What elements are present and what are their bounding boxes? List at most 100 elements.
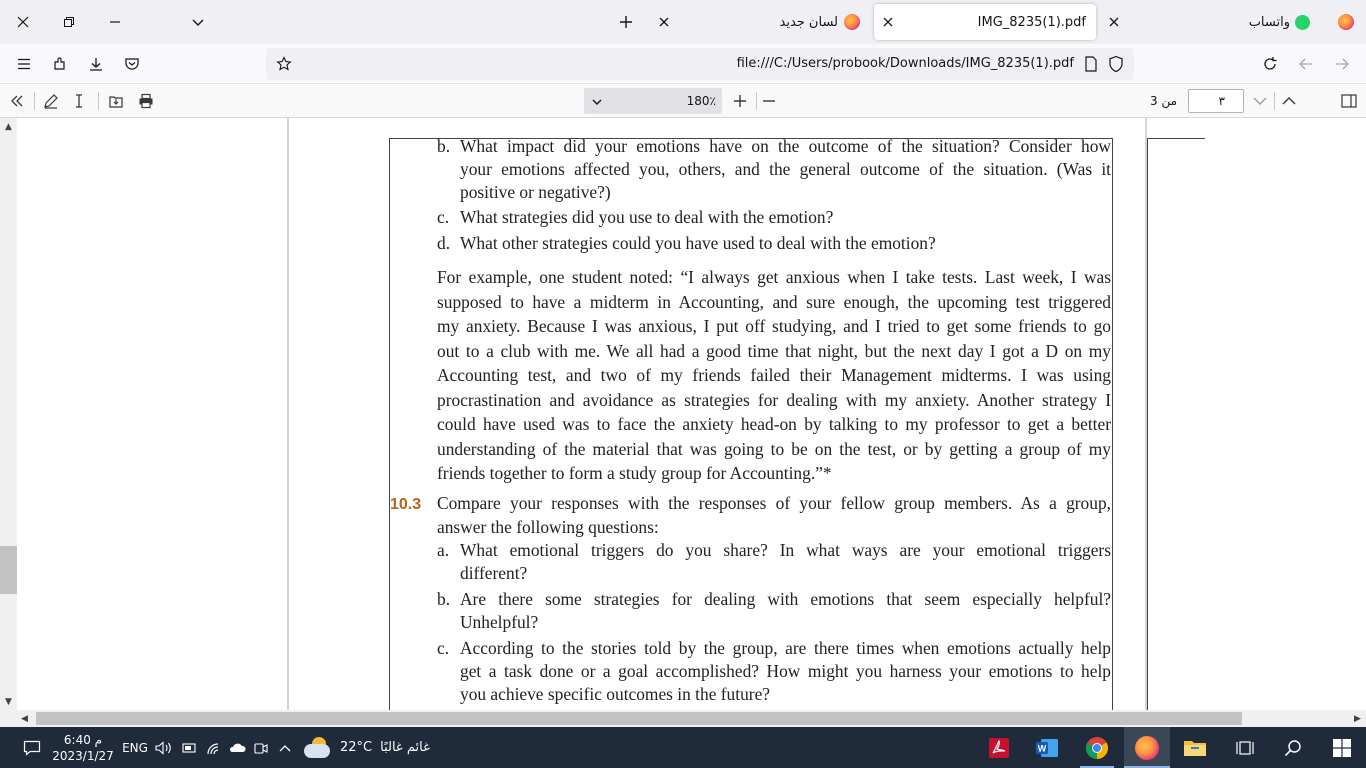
previous-page-button[interactable]: [1276, 88, 1302, 114]
windows-logo-icon: [1333, 738, 1351, 757]
taskbar-file-explorer[interactable]: [1176, 727, 1214, 768]
window-minimize-button[interactable]: [92, 0, 138, 44]
task-view-button[interactable]: [1226, 727, 1264, 768]
text-line: Accounting test, and two of my friends f…: [437, 365, 1111, 385]
clock-date: 2023/1/27: [52, 748, 114, 763]
windows-taskbar: 6:40 م 2023/1/27 ENG 22°C غائم غالبًا W: [0, 727, 1366, 768]
firefox-icon: [1135, 735, 1159, 760]
menu-button[interactable]: [10, 50, 38, 78]
scroll-left-arrow[interactable]: ◀: [16, 710, 33, 727]
text-cursor-icon: [76, 94, 82, 108]
text-line: According to the stories told by the gro…: [460, 638, 1111, 658]
pdf-viewer[interactable]: ▲ ▼ b. What impact did your emotions hav…: [0, 118, 1366, 710]
item-letter: c.: [437, 207, 450, 227]
tab-pdf[interactable]: IMG_8235(1).pdf: [874, 4, 1096, 40]
text-line: could have used was to face the anxiety …: [437, 414, 1111, 434]
horizontal-scrollbar[interactable]: ◀ ▶: [0, 710, 1366, 727]
print-button[interactable]: [133, 88, 159, 114]
firefox-view-button[interactable]: [1332, 8, 1360, 36]
text-line: answer the following questions:: [437, 517, 659, 537]
plus-icon: [734, 95, 746, 107]
page-left: [17, 118, 287, 710]
close-icon: [883, 17, 893, 27]
taskbar-firefox[interactable]: [1124, 727, 1170, 768]
toolbar-divider: [34, 92, 35, 110]
back-button[interactable]: [1292, 50, 1320, 78]
chevron-down-icon: [592, 95, 602, 109]
clock[interactable]: 6:40 م 2023/1/27: [52, 727, 114, 768]
tab-label: لسان جديد: [779, 14, 839, 30]
task-view-icon: [1236, 740, 1254, 755]
close-icon: [659, 17, 669, 27]
plus-icon: [620, 16, 632, 28]
meet-now-icon[interactable]: [251, 727, 271, 768]
scroll-right-arrow[interactable]: ▶: [1349, 710, 1366, 727]
scrollbar-thumb[interactable]: [36, 712, 1242, 725]
chevron-up-icon: [279, 744, 291, 751]
whatsapp-icon: [1295, 14, 1310, 30]
taskbar-word[interactable]: W: [1028, 727, 1066, 768]
notifications-button[interactable]: [16, 727, 48, 768]
minus-icon: [763, 100, 775, 102]
draw-button[interactable]: [38, 88, 64, 114]
item-letter: a.: [437, 540, 450, 560]
page-number-input[interactable]: ٣: [1188, 89, 1244, 113]
scroll-up-arrow[interactable]: ▲: [0, 118, 17, 135]
zoom-out-button[interactable]: [756, 88, 782, 114]
taskbar-chrome[interactable]: [1076, 727, 1118, 768]
taskbar-acrobat[interactable]: [980, 727, 1018, 768]
language-indicator[interactable]: ENG: [120, 727, 150, 768]
svg-text:W: W: [1038, 743, 1047, 753]
weather-condition: غائم غالبًا: [380, 740, 430, 755]
tab-new-tab[interactable]: لسان جديد: [650, 4, 872, 40]
list-all-tabs-button[interactable]: [184, 8, 212, 36]
page-count-label: من 3: [1150, 94, 1178, 108]
start-button[interactable]: [1320, 727, 1364, 768]
chevron-down-icon: [192, 19, 204, 26]
vertical-scrollbar[interactable]: ▲ ▼: [0, 118, 17, 710]
double-chevron-left-icon: [11, 95, 23, 107]
zoom-in-button[interactable]: [727, 88, 753, 114]
onedrive-icon[interactable]: [227, 727, 247, 768]
show-hidden-icons-button[interactable]: [275, 727, 295, 768]
wifi-icon[interactable]: [204, 727, 224, 768]
reload-button[interactable]: [1256, 50, 1284, 78]
search-button[interactable]: [1274, 727, 1312, 768]
toolbar-divider: [98, 92, 99, 110]
text-line: positive or negative?): [460, 182, 611, 202]
address-bar[interactable]: file:///C:/Users/probook/Downloads/IMG_8…: [266, 48, 1134, 80]
window-restore-button[interactable]: [46, 0, 92, 44]
battery-icon[interactable]: [180, 727, 200, 768]
next-page-button[interactable]: [1247, 88, 1273, 114]
forward-button[interactable]: [1328, 50, 1356, 78]
tab-close-button[interactable]: [652, 10, 676, 34]
bookmark-star-button[interactable]: [270, 50, 298, 78]
shield-icon[interactable]: [1108, 55, 1126, 73]
tools-toggle-button[interactable]: [4, 88, 30, 114]
extensions-button[interactable]: [46, 50, 74, 78]
scrollbar-thumb[interactable]: [0, 546, 17, 594]
weather-widget[interactable]: 22°C غائم غالبًا: [304, 727, 438, 768]
text-button[interactable]: [66, 88, 92, 114]
page-icon: [1084, 56, 1100, 72]
scroll-down-arrow[interactable]: ▼: [0, 693, 17, 710]
download-icon: [90, 58, 102, 71]
pocket-button[interactable]: [118, 50, 146, 78]
partly-cloudy-icon: [304, 736, 332, 760]
tab-close-button[interactable]: [876, 10, 900, 34]
window-close-button[interactable]: [0, 0, 46, 44]
restore-icon: [64, 17, 74, 27]
zoom-select[interactable]: 180٪: [584, 88, 722, 114]
weather-temperature: 22°C: [340, 740, 373, 755]
save-button[interactable]: [103, 88, 129, 114]
downloads-button[interactable]: [82, 50, 110, 78]
firefox-icon: [1338, 14, 1354, 30]
text-line: What other strategies could you have use…: [460, 233, 936, 253]
sidebar-toggle-button[interactable]: [1336, 88, 1362, 114]
list-item: a. What emotional triggers do you share?…: [437, 539, 1111, 585]
volume-icon[interactable]: [154, 727, 174, 768]
printer-icon: [139, 93, 153, 109]
tab-close-button[interactable]: [1102, 10, 1126, 34]
tab-whatsapp[interactable]: واتساب: [1098, 4, 1320, 40]
new-tab-button[interactable]: [612, 8, 640, 36]
